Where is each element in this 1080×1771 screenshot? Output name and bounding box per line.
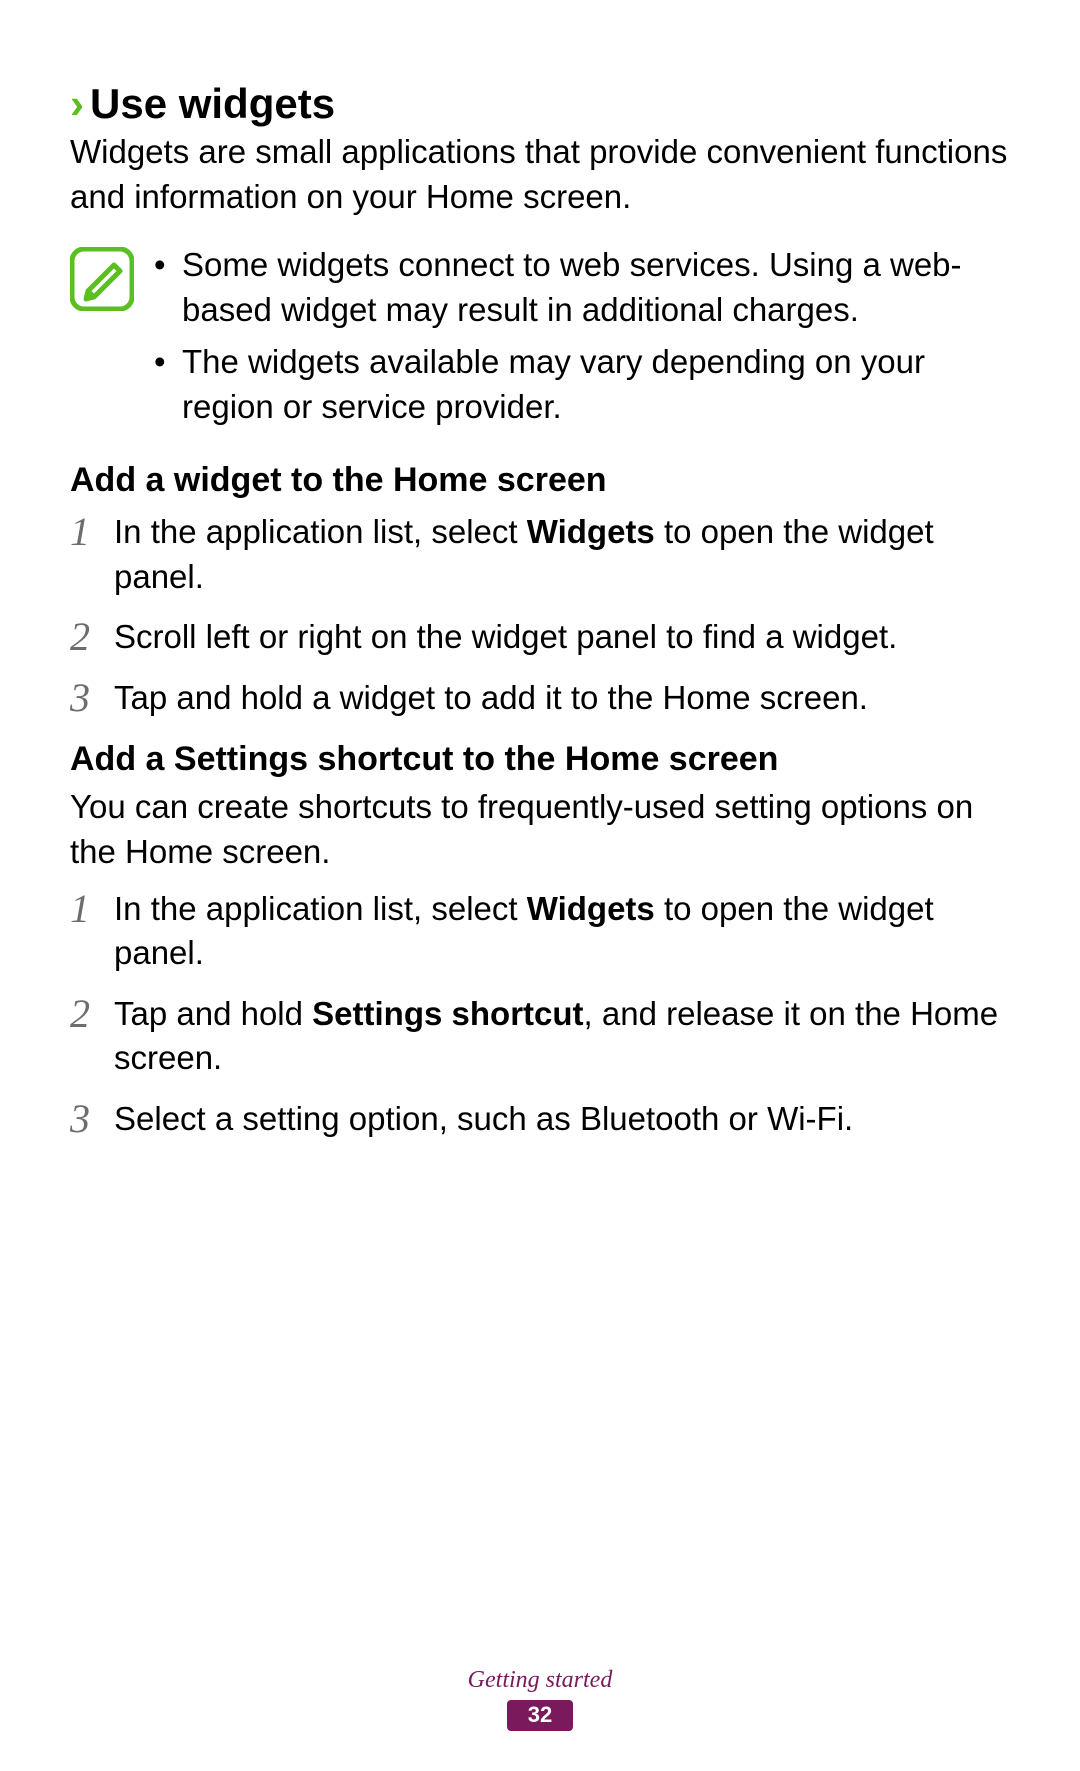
step-number: 1 xyxy=(70,510,114,554)
step-text: Select a setting option, such as Bluetoo… xyxy=(114,1097,1010,1142)
chevron-right-icon: › xyxy=(70,80,84,127)
footer-section-label: Getting started xyxy=(0,1667,1080,1694)
page-footer: Getting started 32 xyxy=(0,1667,1080,1731)
subheading-add-widget: Add a widget to the Home screen xyxy=(70,461,1010,500)
manual-page: ›Use widgets Widgets are small applicati… xyxy=(0,0,1080,1771)
note-block: Some widgets connect to web services. Us… xyxy=(70,243,1010,437)
step-row: 3 Select a setting option, such as Bluet… xyxy=(70,1097,1010,1142)
note-list: Some widgets connect to web services. Us… xyxy=(154,243,1010,437)
step-text: Tap and hold Settings shortcut, and rele… xyxy=(114,992,1010,1081)
note-icon xyxy=(70,247,134,311)
step-row: 3 Tap and hold a widget to add it to the… xyxy=(70,676,1010,721)
step-number: 2 xyxy=(70,615,114,659)
step-number: 1 xyxy=(70,887,114,931)
step-pre: In the application list, select xyxy=(114,513,527,550)
step-pre: Tap and hold a widget to add it to the H… xyxy=(114,679,868,716)
step-row: 1 In the application list, select Widget… xyxy=(70,510,1010,599)
note-item: The widgets available may vary depending… xyxy=(154,340,1010,429)
note-item: Some widgets connect to web services. Us… xyxy=(154,243,1010,332)
subheading-add-settings-shortcut: Add a Settings shortcut to the Home scre… xyxy=(70,740,1010,779)
step-row: 2 Scroll left or right on the widget pan… xyxy=(70,615,1010,660)
step-bold: Widgets xyxy=(527,513,655,550)
step-text: In the application list, select Widgets … xyxy=(114,887,1010,976)
step-number: 2 xyxy=(70,992,114,1036)
page-number-badge: 32 xyxy=(507,1700,573,1731)
section-heading-text: Use widgets xyxy=(90,80,335,127)
section-heading: ›Use widgets xyxy=(70,80,1010,128)
step-number: 3 xyxy=(70,676,114,720)
step-text: In the application list, select Widgets … xyxy=(114,510,1010,599)
step-row: 2 Tap and hold Settings shortcut, and re… xyxy=(70,992,1010,1081)
step-bold: Widgets xyxy=(527,890,655,927)
step-pre: Select a setting option, such as Bluetoo… xyxy=(114,1100,853,1137)
step-text: Tap and hold a widget to add it to the H… xyxy=(114,676,1010,721)
step-row: 1 In the application list, select Widget… xyxy=(70,887,1010,976)
step-number: 3 xyxy=(70,1097,114,1141)
step-bold: Settings shortcut xyxy=(312,995,583,1032)
step-pre: In the application list, select xyxy=(114,890,527,927)
step-pre: Scroll left or right on the widget panel… xyxy=(114,618,897,655)
subsection-intro: You can create shortcuts to frequently-u… xyxy=(70,785,1010,874)
step-text: Scroll left or right on the widget panel… xyxy=(114,615,1010,660)
step-pre: Tap and hold xyxy=(114,995,312,1032)
section-intro: Widgets are small applications that prov… xyxy=(70,130,1010,219)
